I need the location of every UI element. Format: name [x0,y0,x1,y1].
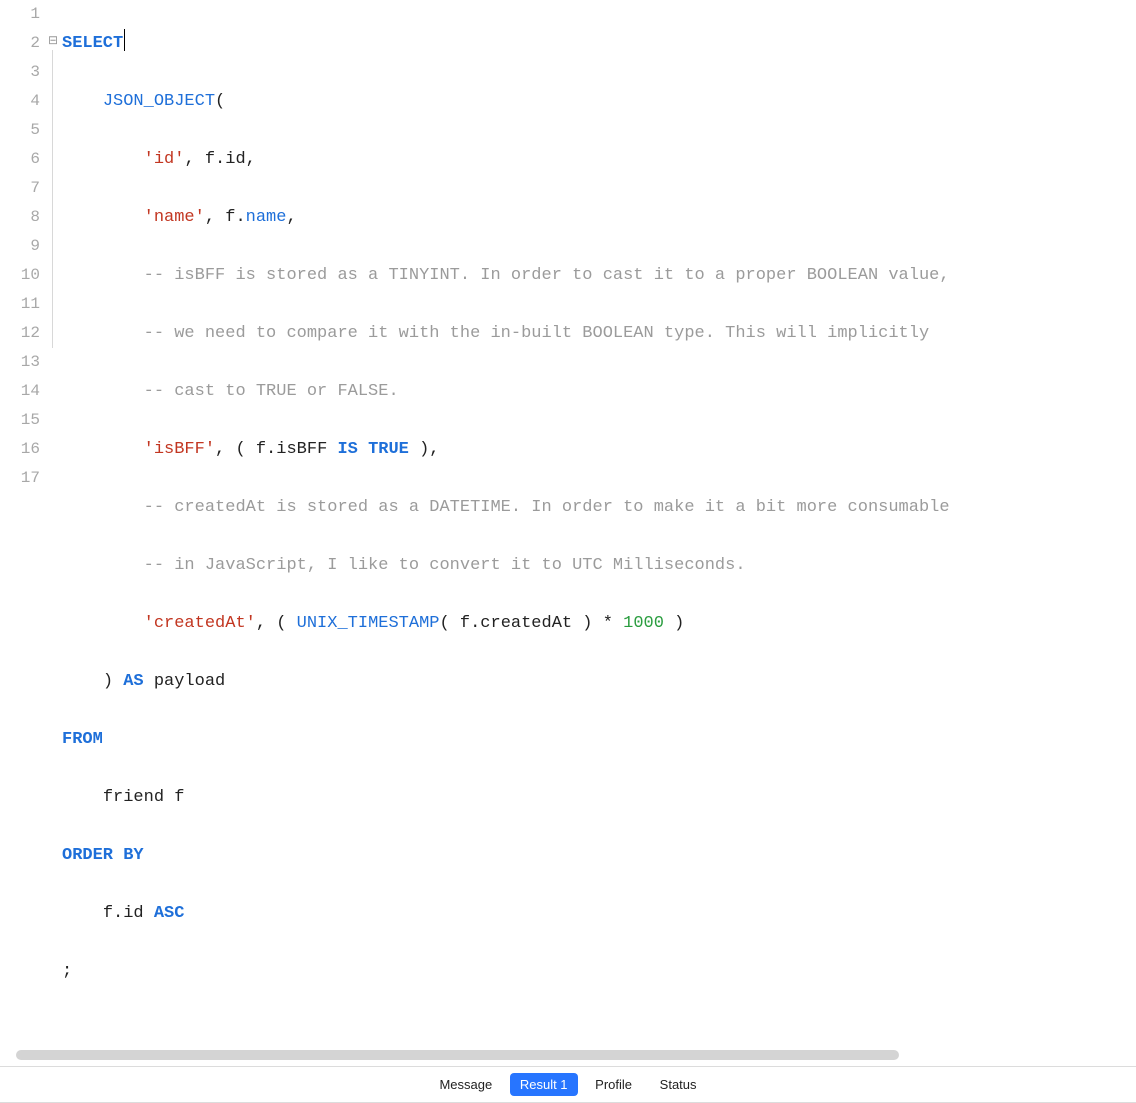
string-literal: 'createdAt' [144,614,256,633]
line-number: 3 [0,58,40,87]
line-number: 6 [0,145,40,174]
text-cursor [124,29,125,51]
tab-status[interactable]: Status [650,1073,707,1096]
string-literal: 'id' [144,150,185,169]
keyword-orderby: ORDER BY [62,846,144,865]
line-number: 13 [0,348,40,377]
line-number: 7 [0,174,40,203]
comment: -- cast to TRUE or FALSE. [144,382,399,401]
comment: -- isBFF is stored as a TINYINT. In orde… [144,266,950,285]
comment: -- in JavaScript, I like to convert it t… [144,556,746,575]
fold-column: ⊟ [48,0,62,1044]
line-number: 14 [0,377,40,406]
line-number: 9 [0,232,40,261]
line-number: 4 [0,87,40,116]
code-content[interactable]: SELECT JSON_OBJECT( 'id', f.id, 'name', … [62,0,1136,1044]
scrollbar-thumb[interactable] [16,1050,899,1060]
keyword-from: FROM [62,730,103,749]
string-literal: 'isBFF' [144,440,215,459]
comment: -- createdAt is stored as a DATETIME. In… [144,498,950,517]
string-literal: 'name' [144,208,205,227]
line-number: 16 [0,435,40,464]
tab-message[interactable]: Message [429,1073,502,1096]
line-number: 17 [0,464,40,493]
horizontal-scrollbar[interactable] [16,1048,1120,1062]
line-number: 5 [0,116,40,145]
fold-guide [52,50,53,348]
tab-profile[interactable]: Profile [585,1073,642,1096]
line-number: 2 [0,29,40,58]
keyword-select: SELECT [62,34,123,53]
code-area[interactable]: 1 2 3 4 5 6 7 8 9 10 11 12 13 14 15 16 1… [0,0,1136,1044]
line-number: 10 [0,261,40,290]
fold-collapse-icon[interactable]: ⊟ [48,36,58,46]
comment: -- we need to compare it with the in-bui… [144,324,930,343]
function-json-object: JSON_OBJECT [103,92,215,111]
line-number: 1 [0,0,40,29]
line-number: 15 [0,406,40,435]
line-number: 8 [0,203,40,232]
line-gutter: 1 2 3 4 5 6 7 8 9 10 11 12 13 14 15 16 1… [0,0,48,1044]
results-tabs: Message Result 1 Profile Status [0,1067,1136,1103]
line-number: 11 [0,290,40,319]
sql-editor: 1 2 3 4 5 6 7 8 9 10 11 12 13 14 15 16 1… [0,0,1136,1067]
line-number: 12 [0,319,40,348]
tab-result1[interactable]: Result 1 [510,1073,578,1096]
